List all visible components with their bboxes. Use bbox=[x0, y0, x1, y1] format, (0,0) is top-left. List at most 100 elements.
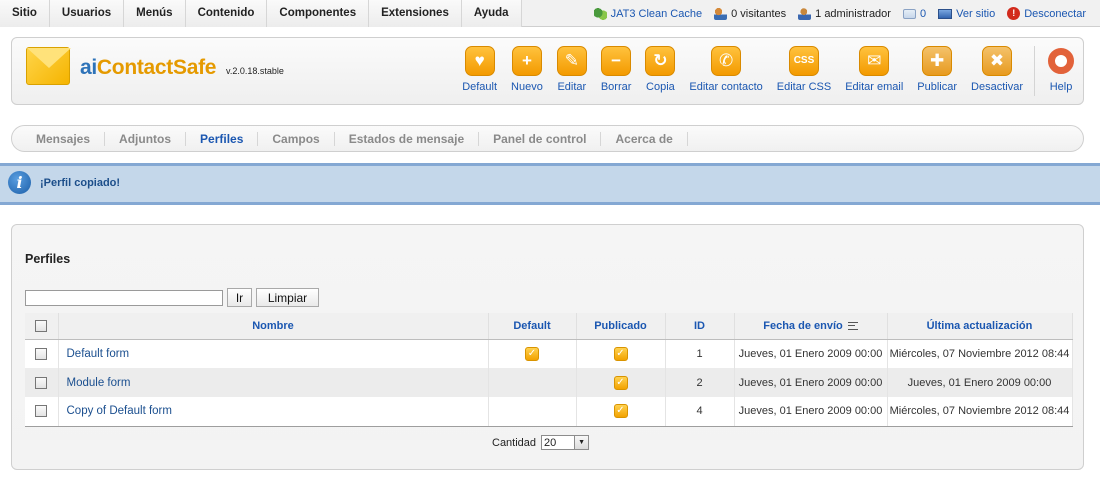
tab-adjuntos[interactable]: Adjuntos bbox=[105, 131, 187, 146]
default-button[interactable]: ♥ Default bbox=[455, 46, 504, 98]
new-button[interactable]: + Nuevo bbox=[504, 46, 550, 98]
profile-name-link[interactable]: Copy of Default form bbox=[58, 397, 489, 427]
limit-label: Cantidad bbox=[492, 436, 537, 449]
row-select-cell bbox=[25, 368, 59, 397]
date-cell: Jueves, 01 Enero 2009 00:00 bbox=[734, 397, 888, 427]
section-title: Perfiles bbox=[25, 252, 71, 266]
published-check-icon[interactable]: ✓ bbox=[613, 404, 628, 419]
unpublish-button[interactable]: ✖ Desactivar bbox=[964, 46, 1030, 98]
row-select-cell bbox=[25, 397, 59, 427]
email-icon: ✉ bbox=[859, 46, 890, 76]
menu-menus[interactable]: Menús bbox=[124, 0, 186, 27]
jat3-icon bbox=[593, 7, 607, 20]
row-checkbox[interactable] bbox=[35, 405, 48, 418]
published-cell: ✓ bbox=[576, 397, 666, 427]
main-menu: Sitio Usuarios Menús Contenido Component… bbox=[0, 0, 522, 27]
messages-link[interactable]: 0 bbox=[902, 8, 926, 20]
edit-css-button[interactable]: CSS Editar CSS bbox=[770, 46, 838, 98]
phone-icon: ✆ bbox=[711, 46, 742, 76]
menu-contenido[interactable]: Contenido bbox=[185, 0, 268, 27]
edit-button[interactable]: ✎ Editar bbox=[550, 46, 594, 98]
default-cell[interactable] bbox=[488, 368, 577, 397]
monitor-icon bbox=[938, 8, 953, 19]
default-cell: ✓ bbox=[488, 339, 577, 368]
limit-select[interactable]: 20 ▼ bbox=[541, 435, 590, 450]
table-row: Module form ✓ 2 Jueves, 01 Enero 2009 00… bbox=[25, 368, 1073, 397]
menu-usuarios[interactable]: Usuarios bbox=[49, 0, 125, 27]
table-header-row: Nombre Default Publicado ID Fecha de env… bbox=[25, 313, 1073, 340]
published-check-icon[interactable]: ✓ bbox=[613, 346, 628, 361]
component-title: aiContactSafe bbox=[80, 56, 216, 80]
title-prefix: ai bbox=[80, 56, 97, 79]
column-default[interactable]: Default bbox=[488, 313, 577, 340]
edit-email-label: Editar email bbox=[845, 81, 904, 93]
select-all-checkbox[interactable] bbox=[35, 319, 48, 332]
row-checkbox[interactable] bbox=[35, 376, 48, 389]
updated-cell: Miércoles, 07 Noviembre 2012 08:44 bbox=[887, 397, 1073, 427]
visitors-status: 0 visitantes bbox=[714, 7, 786, 20]
pencil-icon: ✎ bbox=[556, 46, 587, 76]
edit-label: Editar bbox=[557, 81, 587, 93]
menu-sitio[interactable]: Sitio bbox=[0, 0, 50, 27]
lifebuoy-icon bbox=[1046, 46, 1076, 76]
menu-ayuda[interactable]: Ayuda bbox=[461, 0, 522, 27]
pagination: Cantidad 20 ▼ bbox=[492, 435, 590, 450]
jat3-cache-link[interactable]: JAT3 Clean Cache bbox=[593, 7, 703, 20]
heart-icon: ♥ bbox=[464, 46, 495, 76]
edit-contact-label: Editar contacto bbox=[689, 81, 763, 93]
tab-panel-de-control[interactable]: Panel de control bbox=[479, 131, 602, 146]
tab-campos[interactable]: Campos bbox=[258, 131, 335, 146]
reset-button[interactable]: Limpiar bbox=[256, 288, 319, 307]
default-cell[interactable] bbox=[488, 397, 577, 427]
column-published[interactable]: Publicado bbox=[576, 313, 666, 340]
table-row: Default form ✓ ✓ 1 Jueves, 01 Enero 2009… bbox=[25, 339, 1073, 368]
edit-email-button[interactable]: ✉ Editar email bbox=[838, 46, 910, 98]
system-message: i ¡Perfil copiado! bbox=[0, 163, 1100, 205]
help-label: Help bbox=[1049, 81, 1073, 93]
column-name[interactable]: Nombre bbox=[58, 313, 489, 340]
new-label: Nuevo bbox=[511, 81, 543, 93]
row-select-cell bbox=[25, 339, 59, 368]
copy-cycle-icon: ↻ bbox=[645, 46, 676, 76]
view-site-link[interactable]: Ver sitio bbox=[938, 8, 995, 20]
css-icon: CSS bbox=[788, 46, 819, 76]
column-date[interactable]: Fecha de envío bbox=[734, 313, 888, 340]
default-label: Default bbox=[462, 81, 498, 93]
copy-button[interactable]: ↻ Copia bbox=[638, 46, 682, 98]
updated-cell: Jueves, 01 Enero 2009 00:00 bbox=[887, 368, 1073, 397]
profile-name-link[interactable]: Module form bbox=[58, 368, 489, 397]
logout-link[interactable]: ! Desconectar bbox=[1007, 7, 1086, 20]
unpublish-label: Desactivar bbox=[971, 81, 1023, 93]
date-cell: Jueves, 01 Enero 2009 00:00 bbox=[734, 339, 888, 368]
edit-contact-button[interactable]: ✆ Editar contacto bbox=[682, 46, 769, 98]
tab-acerca-de[interactable]: Acerca de bbox=[601, 131, 688, 146]
unpublish-icon: ✖ bbox=[982, 46, 1013, 76]
tab-estados-de-mensaje[interactable]: Estados de mensaje bbox=[335, 131, 480, 146]
column-id[interactable]: ID bbox=[665, 313, 735, 340]
help-button[interactable]: Help bbox=[1039, 46, 1083, 98]
chevron-down-icon: ▼ bbox=[574, 436, 589, 449]
copy-label: Copia bbox=[646, 81, 675, 93]
filter-input[interactable] bbox=[25, 290, 223, 306]
publish-button[interactable]: ✚ Publicar bbox=[910, 46, 964, 98]
menu-componentes[interactable]: Componentes bbox=[267, 0, 370, 27]
id-cell: 1 bbox=[665, 339, 735, 368]
row-checkbox[interactable] bbox=[35, 347, 48, 360]
tab-mensajes[interactable]: Mensajes bbox=[22, 131, 106, 146]
toolbar: ♥ Default + Nuevo ✎ Editar − Borrar ↻ Co… bbox=[455, 46, 1083, 98]
go-button[interactable]: Ir bbox=[227, 288, 252, 307]
jat3-cache-label: JAT3 Clean Cache bbox=[610, 7, 703, 20]
submenu: Mensajes Adjuntos Perfiles Campos Estado… bbox=[11, 125, 1084, 152]
date-cell: Jueves, 01 Enero 2009 00:00 bbox=[734, 368, 888, 397]
admins-label: 1 administrador bbox=[815, 7, 891, 20]
default-check-icon[interactable]: ✓ bbox=[525, 346, 539, 361]
published-check-icon[interactable]: ✓ bbox=[613, 375, 628, 390]
content-panel: Perfiles Ir Limpiar Nombre Default Publi… bbox=[11, 224, 1084, 470]
edit-css-label: Editar CSS bbox=[776, 81, 832, 93]
profile-name-link[interactable]: Default form bbox=[58, 339, 489, 368]
publish-icon: ✚ bbox=[922, 46, 953, 76]
menu-extensiones[interactable]: Extensiones bbox=[369, 0, 462, 27]
column-updated[interactable]: Última actualización bbox=[887, 313, 1073, 340]
delete-button[interactable]: − Borrar bbox=[594, 46, 639, 98]
tab-perfiles[interactable]: Perfiles bbox=[186, 131, 259, 146]
